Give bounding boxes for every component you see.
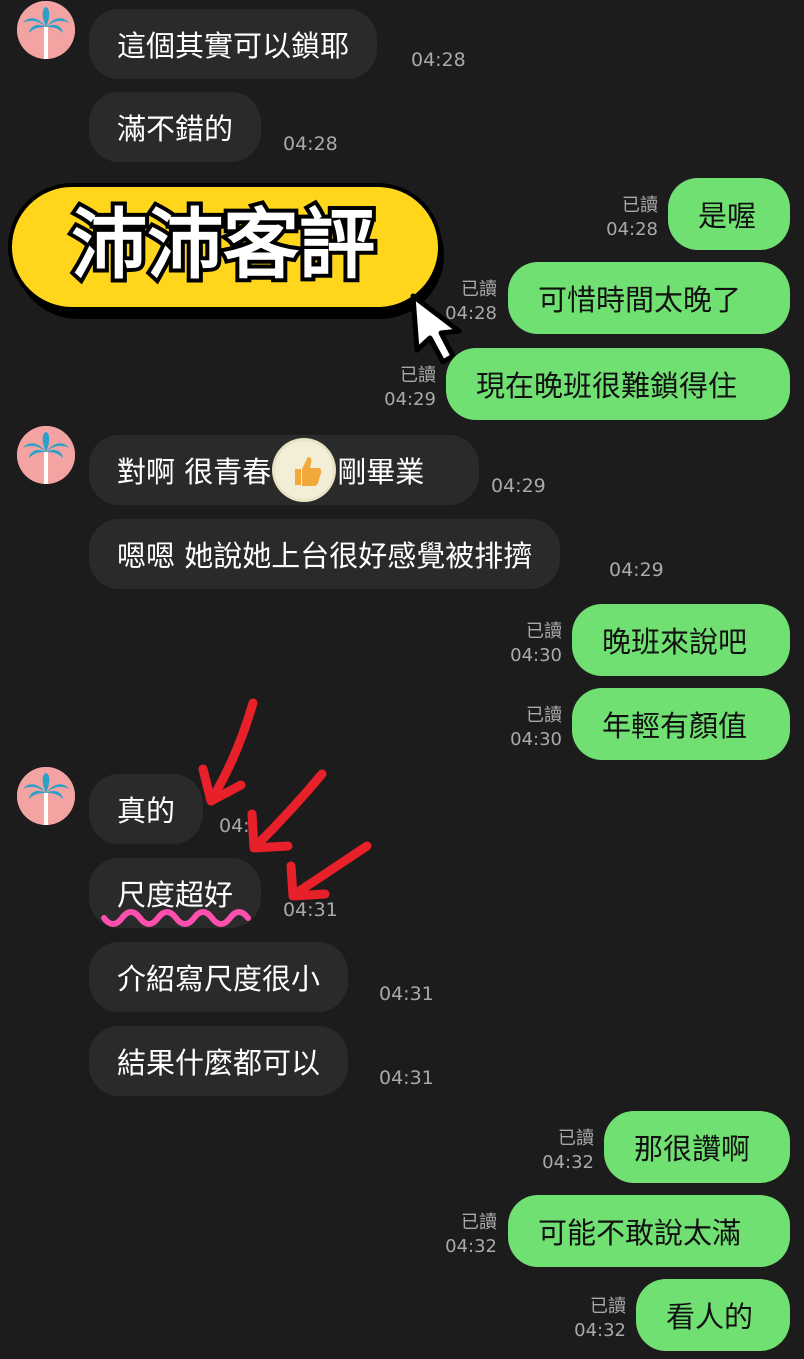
watermark-banner: 沛沛客評 xyxy=(8,183,444,319)
read-receipt: 已讀 04:28 xyxy=(445,279,497,324)
incoming-message[interactable]: 嗯嗯 她說她上台很好感覺被排擠 xyxy=(89,519,561,589)
message-time: 04:29 xyxy=(491,475,546,497)
outgoing-message[interactable]: 看人的 xyxy=(636,1279,790,1351)
thumbs-up-icon xyxy=(275,441,334,499)
incoming-message[interactable]: 滿不錯的 xyxy=(89,92,262,162)
read-receipt: 已讀 04:32 xyxy=(445,1212,497,1257)
outgoing-message[interactable]: 可能不敢說太滿 xyxy=(508,1195,790,1267)
outgoing-message[interactable]: 晚班來說吧 xyxy=(572,604,790,676)
read-receipt: 已讀 04:28 xyxy=(606,195,658,240)
outgoing-message[interactable]: 那很讚啊 xyxy=(604,1111,790,1183)
incoming-message[interactable]: 這個其實可以鎖耶 xyxy=(89,9,378,79)
incoming-message[interactable]: 結果什麼都可以 xyxy=(89,1026,349,1096)
read-receipt: 已讀 04:30 xyxy=(510,621,562,666)
message-time: 04:29 xyxy=(609,559,664,581)
message-text: 對啊 很青春 xyxy=(117,455,272,489)
outgoing-message[interactable]: 可惜時間太晚了 xyxy=(508,262,790,334)
incoming-message[interactable]: 對啊 很青春 剛畢業 xyxy=(89,435,479,505)
read-receipt: 已讀 04:30 xyxy=(510,705,562,750)
outgoing-message[interactable]: 現在晚班很難鎖得住 xyxy=(446,348,790,420)
incoming-message[interactable]: 真的 xyxy=(89,774,204,844)
message-time: 04:31 xyxy=(379,1067,434,1089)
incoming-message[interactable]: 介紹寫尺度很小 xyxy=(89,942,349,1012)
annotation-arrow-icon xyxy=(286,841,372,901)
outgoing-message[interactable]: 是喔 xyxy=(668,178,790,250)
contact-avatar[interactable] xyxy=(17,426,75,484)
message-time: 04:28 xyxy=(411,49,466,71)
read-receipt: 已讀 04:32 xyxy=(542,1128,594,1173)
read-receipt: 已讀 04:32 xyxy=(574,1296,626,1341)
message-time: 04:31 xyxy=(379,983,434,1005)
wavy-underline xyxy=(101,909,251,927)
banner-title: 沛沛客評 xyxy=(71,200,375,289)
read-receipt: 已讀 04:29 xyxy=(384,365,436,410)
contact-avatar[interactable] xyxy=(17,767,75,825)
outgoing-message[interactable]: 年輕有顏值 xyxy=(572,688,790,760)
contact-avatar[interactable] xyxy=(17,1,75,59)
message-time: 04:28 xyxy=(283,133,338,155)
message-text: 剛畢業 xyxy=(337,455,425,489)
